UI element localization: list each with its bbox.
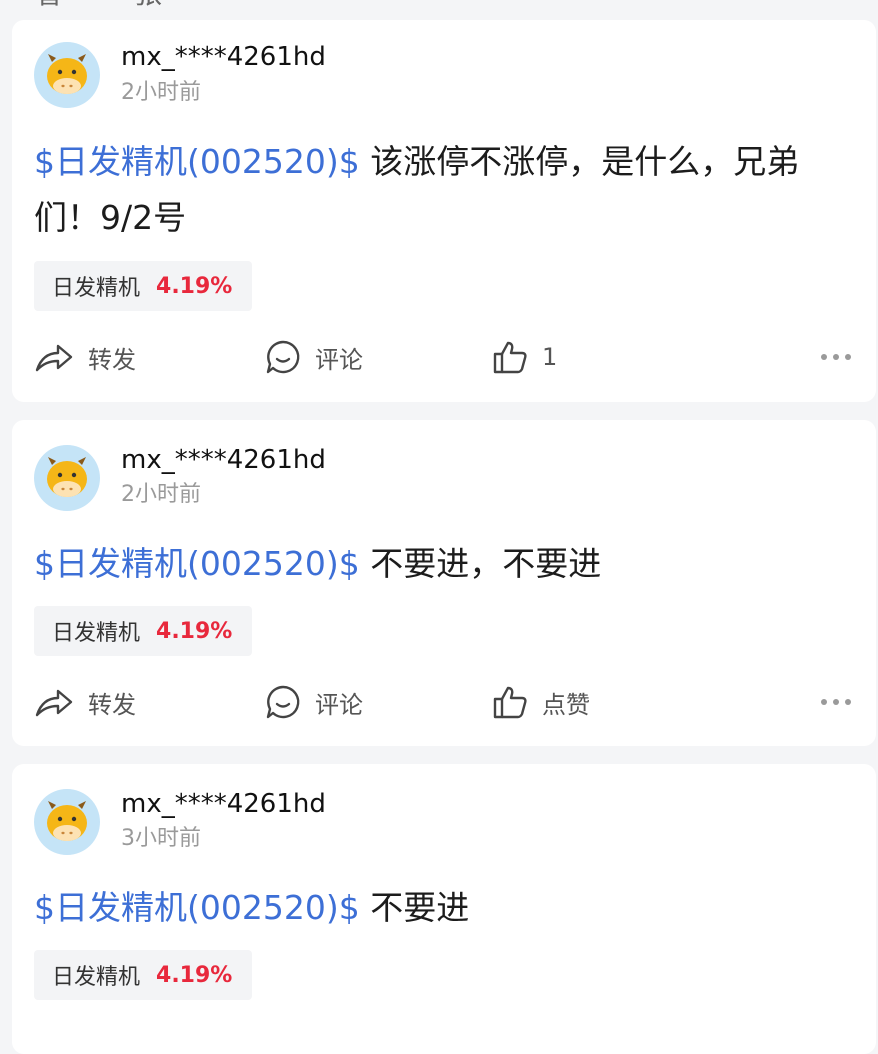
post-card[interactable]: mx_****4261hd 2小时前 $日发精机(002520)$ 不要进，不要…: [12, 420, 876, 746]
cow-avatar-icon: [34, 42, 100, 108]
like-button[interactable]: 点赞: [492, 682, 590, 722]
stock-tag[interactable]: 日发精机 4.19%: [34, 950, 252, 1000]
post-card[interactable]: mx_****4261hd 3小时前 $日发精机(002520)$ 不要进 日发…: [12, 764, 876, 1054]
like-label: 点赞: [542, 690, 590, 719]
stock-tag-change: 4.19%: [156, 273, 233, 299]
more-button[interactable]: [815, 337, 851, 377]
avatar[interactable]: [34, 445, 100, 511]
stock-tag-change: 4.19%: [156, 618, 233, 644]
post-time: 2小时前: [121, 482, 201, 507]
forward-button[interactable]: 转发: [34, 337, 136, 377]
cow-avatar-icon: [34, 789, 100, 855]
forward-label: 转发: [88, 345, 136, 374]
stock-link[interactable]: $日发精机(002520)$: [34, 888, 360, 927]
post-content[interactable]: $日发精机(002520)$ 该涨停不涨停，是什么，兄弟们！9/2号: [34, 134, 854, 246]
comment-label: 评论: [315, 690, 363, 719]
chat-bubble-icon: [266, 340, 300, 374]
stock-tag-change: 4.19%: [156, 962, 233, 988]
stock-tag[interactable]: 日发精机 4.19%: [34, 606, 252, 656]
avatar[interactable]: [34, 42, 100, 108]
thumbs-up-icon: [493, 341, 527, 374]
comment-label: 评论: [315, 345, 363, 374]
forward-label: 转发: [88, 690, 136, 719]
stock-link[interactable]: $日发精机(002520)$: [34, 544, 360, 583]
post-time: 3小时前: [121, 826, 201, 851]
post-text: 不要进: [359, 888, 470, 927]
post-card[interactable]: mx_****4261hd 2小时前 $日发精机(002520)$ 该涨停不涨停…: [12, 20, 876, 402]
comment-button[interactable]: 评论: [265, 682, 363, 722]
more-button[interactable]: [815, 682, 851, 722]
cow-avatar-icon: [34, 445, 100, 511]
stock-link[interactable]: $日发精机(002520)$: [34, 142, 360, 181]
share-arrow-icon: [35, 689, 73, 717]
thumbs-up-icon: [493, 686, 527, 719]
username[interactable]: mx_****4261hd: [121, 42, 326, 72]
username[interactable]: mx_****4261hd: [121, 445, 326, 475]
like-count: 1: [542, 343, 558, 371]
like-button[interactable]: 1: [492, 337, 557, 377]
stock-tag[interactable]: 日发精机 4.19%: [34, 261, 252, 311]
more-dots-icon: [815, 699, 851, 705]
stock-tag-name: 日发精机: [52, 965, 141, 990]
username[interactable]: mx_****4261hd: [121, 789, 326, 819]
post-content[interactable]: $日发精机(002520)$ 不要进: [34, 880, 854, 936]
stock-tag-name: 日发精机: [52, 276, 141, 301]
more-dots-icon: [815, 354, 851, 360]
comment-button[interactable]: 评论: [265, 337, 363, 377]
share-arrow-icon: [35, 344, 73, 372]
avatar[interactable]: [34, 789, 100, 855]
previous-post-fragment: 看一张: [34, 0, 184, 8]
forward-button[interactable]: 转发: [34, 682, 136, 722]
post-time: 2小时前: [121, 80, 201, 105]
post-content[interactable]: $日发精机(002520)$ 不要进，不要进: [34, 536, 854, 592]
chat-bubble-icon: [266, 685, 300, 719]
post-text: 不要进，不要进: [359, 544, 602, 583]
stock-tag-name: 日发精机: [52, 621, 141, 646]
